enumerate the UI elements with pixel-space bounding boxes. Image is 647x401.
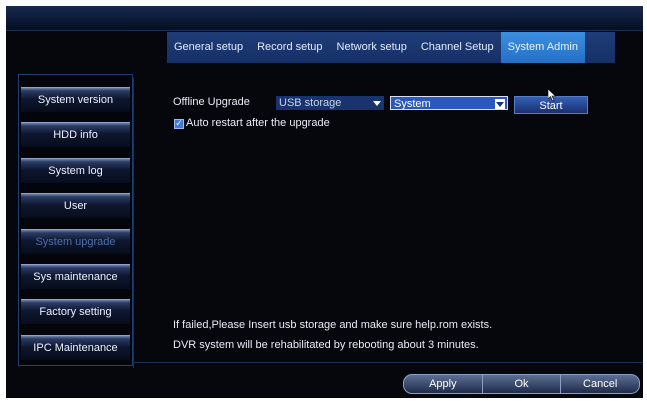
sidebar-item-sys-maintenance[interactable]: Sys maintenance: [21, 264, 130, 289]
checkmark-icon: ✓: [175, 119, 183, 129]
sidebar-item-hdd-info[interactable]: HDD info: [21, 122, 130, 147]
dvr-screen: General setup Record setup Network setup…: [6, 6, 643, 398]
top-tab-bar: General setup Record setup Network setup…: [167, 32, 615, 63]
sidebar-item-system-upgrade[interactable]: System upgrade: [21, 229, 130, 254]
footer-button-group: Apply Ok Cancel: [403, 374, 640, 394]
divider-vertical: [133, 78, 134, 368]
title-bar: [6, 6, 643, 31]
dropdown-arrow-icon: [372, 98, 382, 108]
sidebar-item-factory-setting[interactable]: Factory setting: [21, 299, 130, 324]
target-select[interactable]: System: [390, 96, 508, 110]
sidebar: System version HDD info System log User …: [18, 74, 133, 366]
note-line-1: If failed,Please Insert usb storage and …: [173, 319, 493, 331]
tab-record-setup[interactable]: Record setup: [250, 32, 329, 63]
cancel-button[interactable]: Cancel: [560, 375, 639, 393]
sidebar-item-system-log[interactable]: System log: [21, 158, 130, 183]
source-select[interactable]: USB storage: [276, 96, 384, 110]
sidebar-item-ipc-maintenance[interactable]: IPC Maintenance: [21, 335, 130, 360]
sidebar-item-system-version[interactable]: System version: [21, 87, 130, 112]
note-line-2: DVR system will be rehabilitated by rebo…: [173, 339, 479, 351]
dropdown-arrow-icon: [495, 99, 505, 109]
tab-network-setup[interactable]: Network setup: [330, 32, 414, 63]
tab-general-setup[interactable]: General setup: [167, 32, 250, 63]
tab-system-admin[interactable]: System Admin: [500, 32, 585, 63]
tab-channel-setup[interactable]: Channel Setup: [414, 32, 501, 63]
source-select-value: USB storage: [279, 97, 342, 109]
mouse-cursor-icon: [548, 89, 557, 102]
target-select-value: System: [394, 98, 431, 110]
divider-horizontal: [134, 362, 643, 363]
auto-restart-label: Auto restart after the upgrade: [186, 117, 330, 129]
offline-upgrade-label: Offline Upgrade: [173, 96, 250, 108]
ok-button[interactable]: Ok: [481, 375, 561, 393]
auto-restart-checkbox[interactable]: ✓: [174, 119, 184, 129]
sidebar-item-user[interactable]: User: [21, 193, 130, 218]
apply-button[interactable]: Apply: [404, 375, 482, 393]
